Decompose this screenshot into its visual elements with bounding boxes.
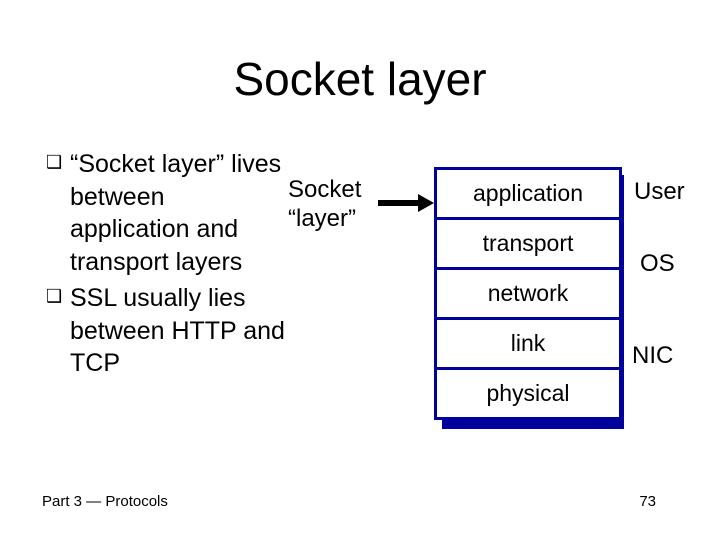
socket-label-line2: “layer”	[288, 205, 356, 232]
footer-page: 73	[639, 493, 656, 510]
bullet-text: SSL usually lies between HTTP and TCP	[70, 282, 286, 380]
right-label-user: User	[634, 178, 685, 206]
network-stack: application transport network link physi…	[434, 167, 616, 420]
layer-network: network	[437, 270, 619, 320]
slide-title: Socket layer	[0, 52, 720, 106]
footer-section: Part 3 — Protocols	[42, 493, 168, 510]
stack-box: application transport network link physi…	[434, 167, 622, 420]
layer-physical: physical	[437, 370, 619, 417]
layer-application: application	[437, 170, 619, 220]
right-label-os: OS	[640, 250, 675, 278]
bullet-text: “Socket layer” lives between application…	[70, 148, 286, 278]
layer-transport: transport	[437, 220, 619, 270]
right-label-nic: NIC	[632, 342, 673, 370]
bullet-item: ❑ SSL usually lies between HTTP and TCP	[46, 282, 286, 380]
socket-label-line1: Socket	[288, 176, 361, 203]
bullet-item: ❑ “Socket layer” lives between applicati…	[46, 148, 286, 278]
arrow-icon	[378, 194, 434, 212]
bullet-list: ❑ “Socket layer” lives between applicati…	[46, 148, 286, 384]
bullet-marker-icon: ❑	[46, 282, 70, 380]
socket-layer-label: Socket “layer”	[288, 176, 361, 234]
bullet-marker-icon: ❑	[46, 148, 70, 278]
layer-link: link	[437, 320, 619, 370]
